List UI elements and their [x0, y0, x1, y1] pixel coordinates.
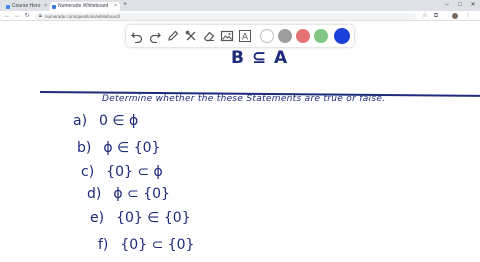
statement-expr: {0} ∈ {0} — [116, 210, 191, 226]
statement-d: d) ϕ ⊂ {0} — [87, 186, 170, 202]
profile-avatar[interactable] — [452, 13, 458, 19]
image-icon[interactable] — [220, 29, 234, 43]
tab-close-icon[interactable]: × — [114, 2, 117, 11]
text-icon[interactable]: A — [238, 29, 252, 43]
statement-label: f) — [98, 237, 109, 253]
browser-tab-course-hero[interactable]: Course Hero × — [4, 2, 50, 11]
statement-expr: ϕ ⊂ {0} — [113, 186, 170, 202]
browser-address-bar: ← → ↻ 🔒︎ numerade.com/questions/whiteboa… — [0, 11, 480, 21]
url-text: numerade.com/questions/whiteboard/ — [45, 13, 121, 19]
undo-icon[interactable] — [130, 29, 144, 44]
statement-label: a) — [73, 113, 88, 129]
statement-label: d) — [87, 186, 102, 202]
tab-label: Numerade Whiteboard — [58, 3, 109, 9]
whiteboard-toolbar: A — [126, 25, 354, 47]
extensions-icon[interactable]: ⧉ — [432, 11, 440, 21]
statement-expr: ϕ ∈ {0} — [103, 140, 161, 156]
minimize-button[interactable]: – — [441, 0, 453, 10]
text-tool-glyph: A — [242, 32, 248, 42]
statement-expr: {0} ⊂ ϕ — [106, 164, 163, 180]
reload-icon[interactable]: ↻ — [23, 11, 31, 21]
statement-f: f) {0} ⊂ {0} — [98, 237, 194, 253]
statement-label: c) — [81, 164, 95, 180]
instruction-text: Determine whether the these Statements a… — [102, 94, 386, 104]
tab-close-icon[interactable]: × — [44, 2, 47, 11]
back-icon[interactable]: ← — [3, 11, 11, 21]
statement-a: a) 0 ∈ ϕ — [73, 113, 138, 129]
new-tab-button[interactable]: + — [123, 1, 127, 8]
browser-tab-whiteboard[interactable]: Numerade Whiteboard × — [50, 2, 120, 11]
statement-label: e) — [90, 210, 105, 226]
statement-expr: {0} ⊂ {0} — [120, 237, 195, 253]
tab-favicon — [6, 4, 10, 9]
statement-c: c) {0} ⊂ ϕ — [81, 164, 163, 180]
eraser-icon[interactable] — [202, 29, 216, 43]
lock-icon: 🔒︎ — [39, 12, 42, 19]
forward-icon[interactable]: → — [13, 11, 21, 21]
color-green-swatch[interactable] — [314, 29, 328, 43]
bookmark-star-icon[interactable]: ☆ — [421, 11, 429, 21]
statement-label: b) — [77, 140, 92, 156]
url-input[interactable]: 🔒︎ numerade.com/questions/whiteboard/ — [36, 12, 416, 20]
color-gray-swatch[interactable] — [278, 29, 292, 43]
statement-e: e) {0} ∈ {0} — [90, 210, 191, 226]
statement-b: b) ϕ ∈ {0} — [77, 140, 160, 156]
tab-favicon — [52, 4, 56, 9]
color-white-swatch[interactable] — [260, 29, 274, 43]
browser-tab-bar: Course Hero × Numerade Whiteboard × + – … — [0, 0, 480, 11]
browser-menu-icon[interactable]: ⋮ — [464, 11, 472, 21]
color-blue-swatch[interactable] — [334, 28, 350, 44]
close-window-button[interactable]: ✕ — [467, 0, 479, 10]
tab-label: Course Hero — [12, 3, 41, 9]
redo-icon[interactable] — [148, 29, 162, 44]
color-red-swatch[interactable] — [296, 29, 310, 43]
pen-icon[interactable] — [166, 29, 180, 43]
tools-icon[interactable] — [184, 29, 198, 43]
maximize-button[interactable]: □ — [454, 0, 466, 10]
statement-expr: 0 ∈ ϕ — [99, 113, 139, 129]
board-heading: B ⊆ A — [231, 48, 289, 68]
